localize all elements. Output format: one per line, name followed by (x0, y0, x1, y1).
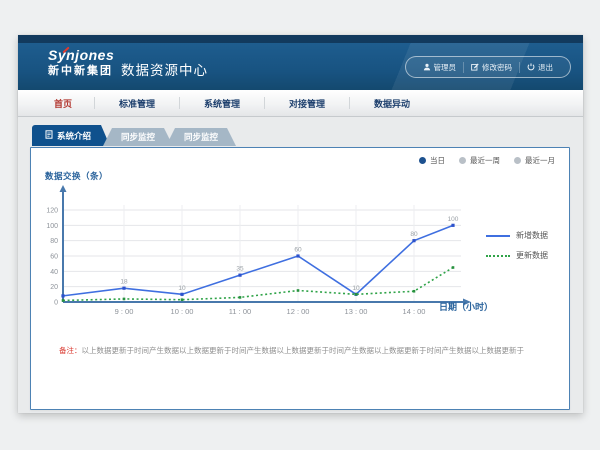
tab-label: 同步监控 (184, 131, 218, 143)
data-point-marker (452, 266, 455, 269)
data-point-marker (451, 224, 454, 227)
brand-logo: Synjones 新中新集团 (48, 48, 114, 77)
y-tick-label: 40 (50, 269, 58, 276)
legend-label: 更新数据 (516, 250, 548, 261)
logo-wordmark: Synjones (48, 47, 114, 63)
x-tick-label: 10 : 00 (171, 307, 194, 316)
tab-bar: 系统介绍 同步监控 同步监控 (32, 125, 236, 146)
data-point-marker (238, 274, 241, 277)
page-title: 数据资源中心 (121, 59, 208, 79)
user-action-edit[interactable]: 修改密码 (463, 62, 519, 73)
x-axis-title: 日期（小时） (439, 300, 493, 313)
desktop-background: Synjones 新中新集团 数据资源中心 管理员修改密码退出 首页标准管理系统… (0, 0, 600, 450)
data-point-label: 35 (236, 266, 244, 273)
app-header: Synjones 新中新集团 数据资源中心 管理员 修改密码 退出 (18, 35, 583, 90)
range-filter-2[interactable]: 最近一周 (459, 155, 500, 166)
data-point-marker (355, 293, 358, 296)
filter-label: 最近一月 (525, 155, 555, 166)
tab-2[interactable]: 同步监控 (103, 128, 173, 146)
legend-item-2[interactable]: 更新数据 (486, 250, 548, 261)
data-point-marker (239, 296, 242, 299)
data-point-marker (181, 298, 184, 301)
data-point-marker (413, 290, 416, 293)
header-top-strip (18, 35, 583, 43)
logo-subtext: 新中新集团 (48, 65, 114, 77)
y-tick-label: 120 (46, 208, 58, 215)
data-point-marker (180, 293, 183, 296)
footnote-prefix: 备注： (59, 346, 82, 355)
radio-dot-icon (514, 157, 521, 164)
content-area: 系统介绍 同步监控 同步监控 当日 最近一周 最近一月 数据交换（条） 0 20 40 60 8… (18, 117, 583, 413)
data-point-marker (412, 239, 415, 242)
x-tick-label: 11 : 00 (229, 307, 251, 316)
user-icon (423, 63, 431, 71)
footnote-text: 以上数据更新于时间产生数据以上数据更新于时间产生数据以上数据更新于时间产生数据以… (82, 346, 525, 355)
y-tick-label: 0 (54, 300, 58, 307)
nav-item-1[interactable]: 首页 (32, 97, 94, 110)
user-action-label: 退出 (538, 62, 553, 73)
data-point-marker (61, 294, 64, 297)
data-point-label: 10 (178, 285, 186, 292)
doc-icon (45, 130, 53, 141)
legend-line-sample-icon (486, 255, 510, 257)
user-action-label: 管理员 (434, 62, 457, 73)
y-tick-label: 80 (50, 238, 58, 245)
tab-label: 同步监控 (121, 131, 155, 143)
radio-dot-icon (419, 157, 426, 164)
radio-dot-icon (459, 157, 466, 164)
nav-item-5[interactable]: 数据异动 (350, 97, 434, 110)
legend-item-1[interactable]: 新增数据 (486, 230, 548, 241)
main-nav: 首页标准管理系统管理对接管理数据异动 (18, 90, 583, 117)
tab-3[interactable]: 同步监控 (166, 128, 236, 146)
header-band: Synjones 新中新集团 数据资源中心 管理员 修改密码 退出 (18, 43, 583, 90)
range-filter-3[interactable]: 最近一月 (514, 155, 555, 166)
tab-1[interactable]: 系统介绍 (32, 125, 110, 146)
chart-legend: 新增数据更新数据 (486, 230, 548, 261)
legend-line-sample-icon (486, 235, 510, 237)
legend-label: 新增数据 (516, 230, 548, 241)
user-action-label: 修改密码 (482, 62, 512, 73)
filter-label: 最近一周 (470, 155, 500, 166)
data-point-label: 10 (352, 285, 360, 292)
line-chart: 0 20 40 60 80 100 120 9 : 00 10 : 00 11 : 00 12 : … (41, 183, 481, 323)
user-action-logout[interactable]: 退出 (519, 62, 560, 73)
x-tick-label: 14 : 00 (403, 307, 426, 316)
y-tick-label: 60 (50, 254, 58, 261)
user-toolbar: 管理员 修改密码 退出 (405, 56, 572, 78)
data-point-marker (297, 289, 300, 292)
nav-item-3[interactable]: 系统管理 (180, 97, 264, 110)
data-point-label: 18 (120, 279, 128, 286)
edit-icon (471, 63, 479, 71)
nav-item-2[interactable]: 标准管理 (95, 97, 179, 110)
nav-item-4[interactable]: 对接管理 (265, 97, 349, 110)
data-point-label: 80 (410, 231, 418, 238)
x-tick-label: 12 : 00 (287, 307, 310, 316)
filter-label: 当日 (430, 155, 445, 166)
data-point-marker (296, 254, 299, 257)
user-action-user[interactable]: 管理员 (416, 62, 464, 73)
range-filter-1[interactable]: 当日 (419, 155, 445, 166)
x-tick-label: 13 : 00 (345, 307, 368, 316)
y-axis-arrow-icon (60, 185, 67, 192)
data-point-marker (123, 298, 126, 301)
tab-label: 系统介绍 (57, 130, 91, 142)
data-point-marker (62, 299, 65, 302)
y-axis-title: 数据交换（条） (45, 170, 108, 182)
data-point-label: 100 (448, 216, 459, 223)
footnote: 备注：以上数据更新于时间产生数据以上数据更新于时间产生数据以上数据更新于时间产生… (59, 346, 554, 357)
y-tick-label: 20 (50, 284, 58, 291)
logout-icon (527, 63, 535, 71)
x-tick-label: 9 : 00 (115, 307, 134, 316)
content-panel: 当日 最近一周 最近一月 数据交换（条） 0 20 40 60 80 100 120 9 : 00… (30, 147, 570, 410)
chart-canvas: 0 20 40 60 80 100 120 9 : 00 10 : 00 11 : 00 12 : … (41, 183, 481, 323)
logo-text: Synjones (48, 48, 114, 63)
y-tick-label: 100 (46, 223, 58, 230)
data-point-label: 60 (294, 247, 302, 254)
range-filter-group: 当日 最近一周 最近一月 (419, 155, 555, 166)
app-window: Synjones 新中新集团 数据资源中心 管理员修改密码退出 首页标准管理系统… (18, 35, 583, 413)
data-point-marker (122, 287, 125, 290)
